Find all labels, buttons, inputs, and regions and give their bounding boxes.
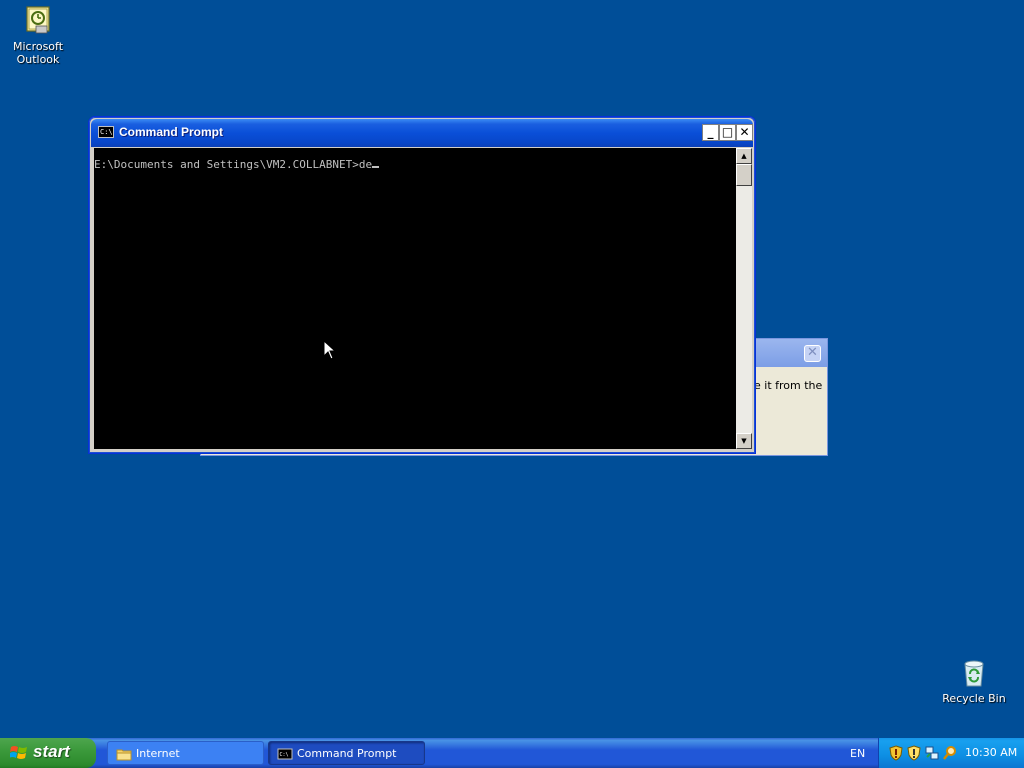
folder-icon [116,749,132,761]
window-titlebar[interactable]: C:\ Command Prompt _ □ ✕ [91,119,753,147]
search-icon[interactable] [942,745,958,761]
dialog-message: e it from the [754,379,823,392]
network-icon[interactable] [924,745,940,761]
maximize-button[interactable]: □ [719,124,736,141]
desktop-icon-label: Microsoft Outlook [12,40,64,66]
shield-alert-icon[interactable] [906,745,922,761]
shield-icon[interactable] [888,745,904,761]
taskbar-item-label: Command Prompt [297,747,397,760]
close-button[interactable]: ✕ [736,124,753,141]
taskbar: start Internet C:\ Command Prompt EN 10:… [0,738,1024,768]
svg-text:C:\: C:\ [280,752,289,758]
scroll-up-button[interactable]: ▲ [736,148,752,164]
taskbar-item-label: Internet [136,747,180,760]
cmd-icon[interactable]: C:\ [98,126,114,138]
mouse-pointer-icon [323,340,335,360]
start-button[interactable]: start [0,738,96,768]
window-title: Command Prompt [119,125,224,139]
outlook-icon [26,6,50,34]
cmd-icon: C:\ [277,748,293,760]
command-prompt-window[interactable]: C:\ Command Prompt _ □ ✕ E:\Documents an… [88,116,756,454]
console-output[interactable]: E:\Documents and Settings\VM2.COLLABNET>… [94,148,736,449]
taskbar-item-internet[interactable]: Internet [107,741,264,765]
windows-logo-icon [10,746,27,759]
prompt-text: E:\Documents and Settings\VM2.COLLABNET>… [94,158,373,171]
scroll-thumb[interactable] [736,164,752,186]
desktop-icon-label: Recycle Bin [942,692,1006,705]
desktop-icon-recycle-bin[interactable]: Recycle Bin [936,656,1012,705]
desktop: Microsoft Outlook Recycle Bin ✕ e it fro… [0,0,1024,738]
recycle-bin-icon [964,660,984,687]
start-label: start [33,742,70,761]
minimize-button[interactable]: _ [702,124,719,141]
system-tray: 10:30 AM [878,738,1024,768]
language-indicator[interactable]: EN [850,747,865,760]
scroll-down-button[interactable]: ▼ [736,433,752,449]
dialog-close-button[interactable]: ✕ [804,345,821,362]
desktop-icon-outlook[interactable]: Microsoft Outlook [0,4,76,66]
taskbar-item-command-prompt[interactable]: C:\ Command Prompt [268,741,425,765]
vertical-scrollbar[interactable]: ▲ ▼ [736,148,752,449]
console-line: E:\Documents and Settings\VM2.COLLABNET>… [94,158,736,171]
clock[interactable]: 10:30 AM [965,746,1017,759]
text-cursor [372,166,380,168]
